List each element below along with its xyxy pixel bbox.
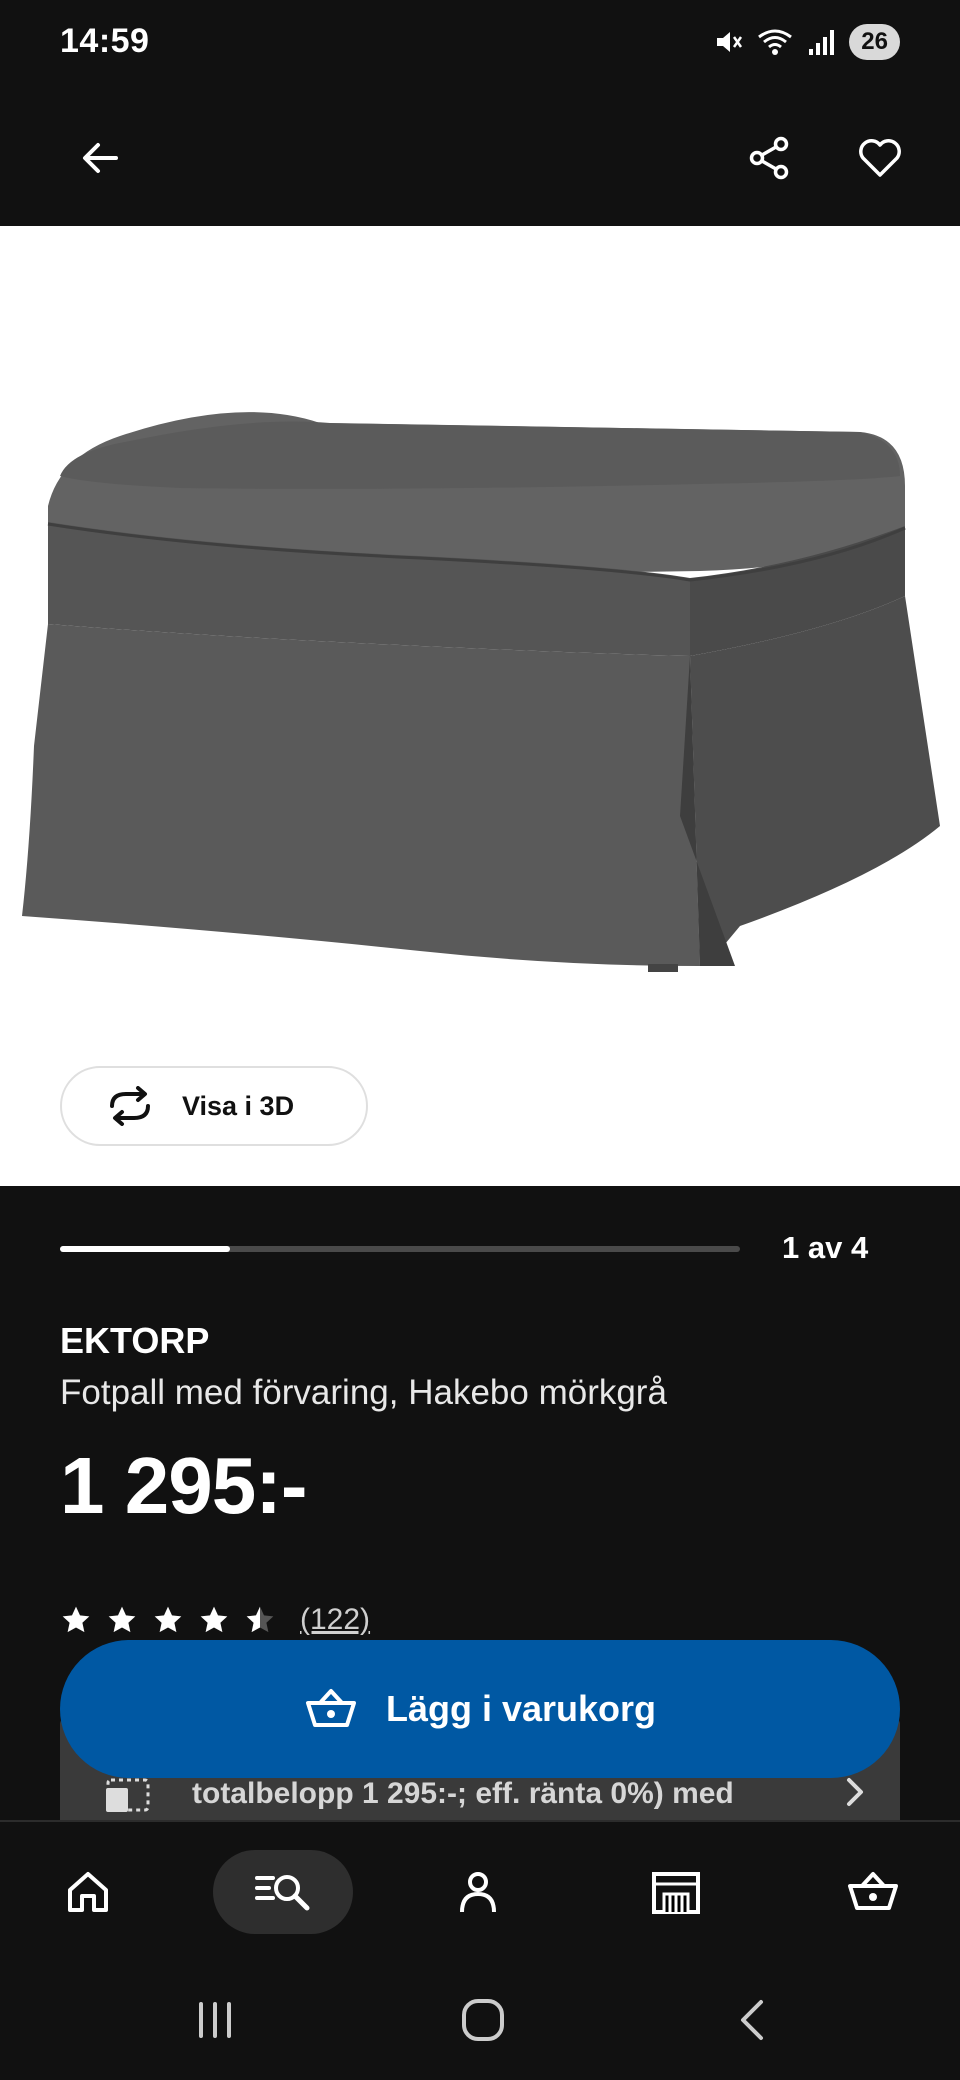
system-back-button[interactable] bbox=[713, 1990, 793, 2050]
status-icons: 26 bbox=[713, 22, 900, 62]
star-icon bbox=[200, 1606, 228, 1633]
wifi-icon bbox=[758, 29, 793, 55]
mute-icon bbox=[717, 32, 743, 52]
system-navigation bbox=[0, 1960, 960, 2080]
chevron-right-icon bbox=[847, 1778, 863, 1806]
add-to-cart-button[interactable]: Lägg i varukorg bbox=[60, 1640, 900, 1778]
tab-cart[interactable] bbox=[803, 1850, 943, 1934]
bottom-navigation bbox=[0, 1820, 960, 1960]
share-button[interactable] bbox=[730, 118, 810, 198]
star-half-icon bbox=[246, 1606, 274, 1633]
signal-icon bbox=[809, 30, 835, 55]
view-3d-button[interactable]: Visa i 3D bbox=[60, 1066, 368, 1146]
gallery-progress-fill bbox=[60, 1246, 230, 1252]
gallery-progress-bar bbox=[60, 1246, 740, 1252]
star-icon bbox=[108, 1606, 136, 1633]
product-image-gallery[interactable]: Visa i 3D bbox=[0, 226, 960, 1186]
product-image bbox=[22, 412, 940, 972]
payment-icon bbox=[106, 1778, 150, 1812]
rating-stars bbox=[60, 1604, 276, 1636]
add-to-cart-label: Lägg i varukorg bbox=[385, 1688, 657, 1729]
back-button[interactable] bbox=[60, 118, 140, 198]
view-3d-label: Visa i 3D bbox=[182, 1090, 295, 1121]
top-nav bbox=[0, 88, 960, 226]
product-price: 1 295:- bbox=[60, 1441, 307, 1530]
tab-home[interactable] bbox=[18, 1850, 158, 1934]
store-icon bbox=[652, 1872, 700, 1914]
review-count-link[interactable]: (122) bbox=[300, 1603, 370, 1637]
basket-icon bbox=[848, 1872, 898, 1910]
tab-profile[interactable] bbox=[408, 1850, 548, 1934]
basket-icon bbox=[305, 1689, 356, 1727]
home-icon bbox=[68, 1872, 108, 1912]
tab-store[interactable] bbox=[606, 1850, 746, 1934]
gallery-counter: 1 av 4 bbox=[782, 1230, 869, 1265]
status-bar: 14:59 26 bbox=[0, 0, 960, 88]
star-icon bbox=[154, 1606, 182, 1633]
profile-icon bbox=[460, 1872, 496, 1913]
chevron-left-icon bbox=[741, 2000, 763, 2040]
product-brand: EKTORP bbox=[60, 1320, 210, 1361]
tab-search[interactable] bbox=[213, 1850, 353, 1934]
status-time: 14:59 bbox=[60, 22, 150, 60]
home-circle-icon bbox=[462, 1999, 504, 2041]
financing-text: totalbelopp 1 295:-; eff. ränta 0%) med bbox=[192, 1777, 734, 1810]
search-icon bbox=[255, 1875, 310, 1911]
heart-icon bbox=[859, 139, 901, 177]
product-description: Fotpall med förvaring, Hakebo mörkgrå bbox=[60, 1373, 667, 1412]
favorite-button[interactable] bbox=[840, 118, 920, 198]
home-button[interactable] bbox=[443, 1990, 523, 2050]
recents-icon bbox=[199, 2002, 231, 2038]
arrow-left-icon bbox=[83, 143, 118, 173]
battery-indicator: 26 bbox=[849, 24, 900, 60]
star-icon bbox=[62, 1606, 90, 1633]
product-rating[interactable]: (122) bbox=[60, 1598, 370, 1642]
recents-button[interactable] bbox=[175, 1990, 255, 2050]
rotate-3d-icon bbox=[110, 1086, 150, 1126]
share-icon bbox=[749, 136, 789, 180]
